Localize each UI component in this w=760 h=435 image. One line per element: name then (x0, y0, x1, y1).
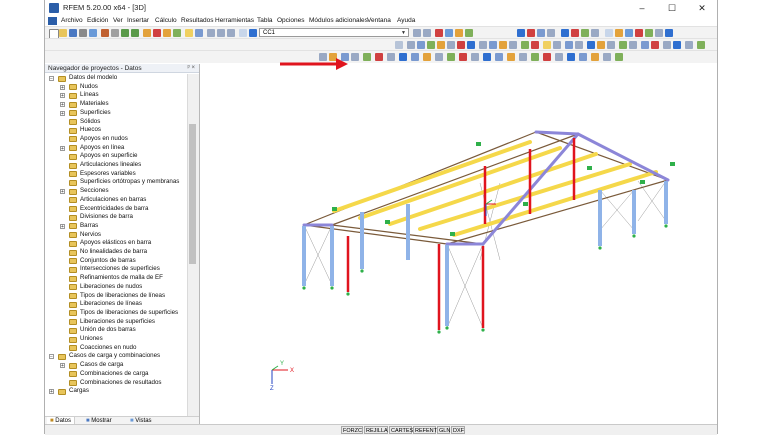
red-pointer-arrow-icon (280, 58, 348, 70)
annotation-overlay (280, 58, 348, 70)
